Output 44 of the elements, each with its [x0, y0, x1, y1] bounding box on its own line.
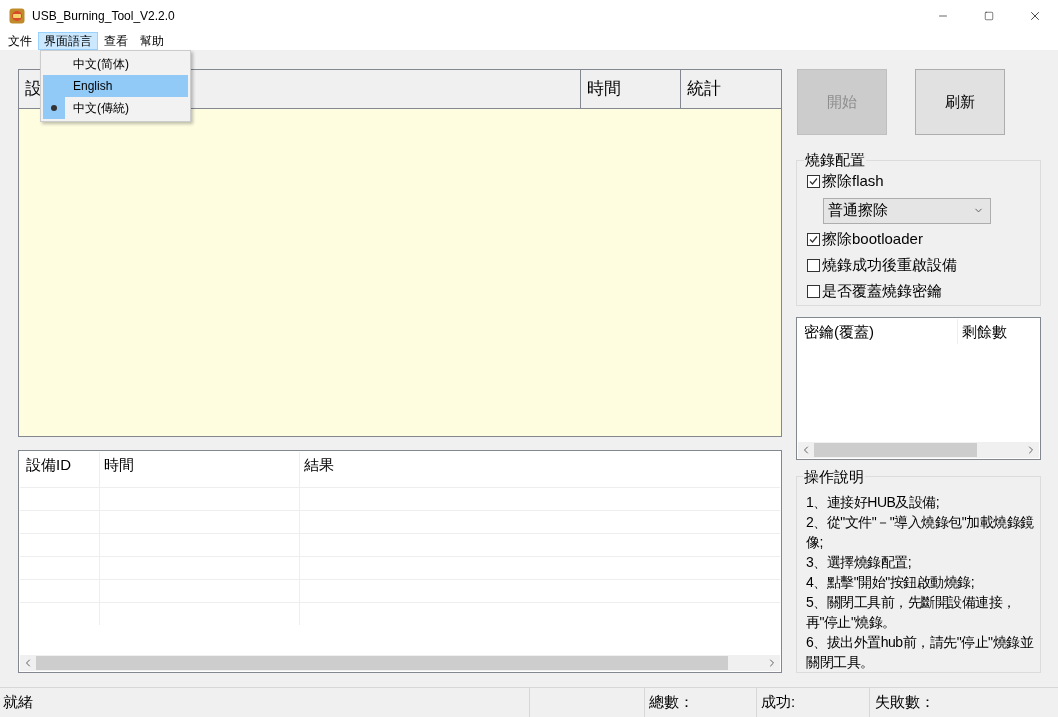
column-header[interactable]: 密鑰(覆蓋) [798, 319, 958, 344]
column-header[interactable]: 設備ID [20, 452, 100, 487]
checkbox[interactable] [807, 259, 820, 272]
instruction-text: 3、選擇燒錄配置; [806, 553, 913, 572]
instruction-text: 5、關閉工具前，先斷開設備連接，再"停止"燒錄。 [806, 593, 1017, 632]
horizontal-scrollbar[interactable] [798, 441, 1039, 458]
instruction-text: 6、拔出外置hub前，請先"停止"燒錄並關閉工具。 [806, 633, 1035, 672]
group-title: 燒錄配置 [804, 150, 866, 170]
maximize-icon [984, 11, 994, 21]
instruction-text: 1、連接好HUB及設備; [806, 493, 941, 512]
status-text: 總數： [645, 688, 757, 717]
checkbox[interactable] [807, 175, 820, 188]
checkmark-icon [809, 235, 818, 244]
horizontal-scrollbar[interactable] [20, 655, 780, 671]
checkbox-label[interactable]: 擦除flash [822, 170, 884, 193]
checkbox-label[interactable]: 是否覆蓋燒錄密鑰 [822, 280, 942, 303]
app-icon [9, 8, 25, 24]
menu-item[interactable]: 界面語言 [38, 32, 98, 50]
checkbox-label[interactable]: 擦除bootloader [822, 228, 923, 251]
status-text: 就緒 [0, 688, 530, 717]
status-text: 失敗數： [874, 692, 936, 713]
scrollbar-thumb[interactable] [36, 656, 728, 670]
menu-item[interactable]: 查看 [98, 32, 134, 50]
column-header[interactable]: 時間 [100, 452, 300, 487]
checkbox[interactable] [807, 233, 820, 246]
erase-mode-dropdown[interactable]: 普通擦除 [823, 197, 991, 224]
checkmark-icon [809, 177, 818, 186]
scrollbar-thumb[interactable] [814, 442, 977, 457]
checkbox[interactable] [807, 285, 820, 298]
menu-item[interactable]: 文件 [2, 32, 38, 50]
menu-item[interactable]: 幫助 [134, 32, 170, 50]
window-title: USB_Burning_Tool_V2.2.0 [32, 8, 175, 25]
column-header[interactable]: 結果 [300, 452, 780, 487]
column-header[interactable]: 時間 [581, 70, 681, 108]
column-header[interactable]: 剩餘數 [958, 319, 1039, 344]
instruction-text: 2、從"文件"－"導入燒錄包"加載燒錄鏡像; [806, 513, 1035, 552]
close-icon [1028, 9, 1042, 23]
group-title: 操作說明 [803, 466, 865, 487]
status-text: 成功: [757, 688, 870, 717]
column-header[interactable]: 統計 [681, 70, 781, 108]
checkbox-label[interactable]: 燒錄成功後重啟設備 [822, 254, 957, 277]
refresh-button[interactable]: 刷新 [915, 69, 1005, 135]
language-menu-item[interactable]: English [43, 75, 188, 97]
instruction-text: 4、點擊"開始"按鈕啟動燒錄; [806, 573, 976, 592]
